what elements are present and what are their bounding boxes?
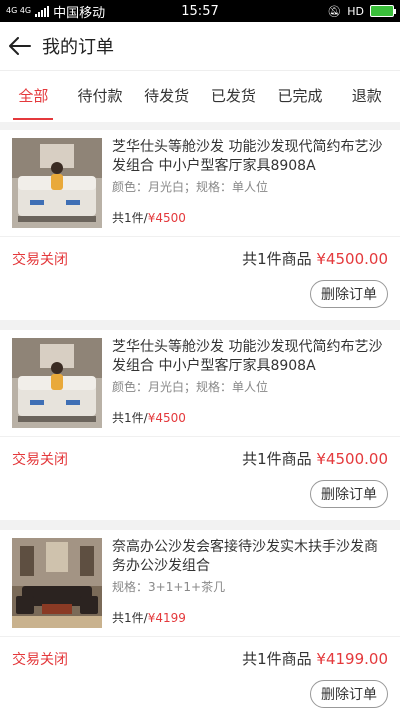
product-quantity: 共1件/¥4500 [112,409,388,426]
carrier-name: 中国移动 [53,5,106,21]
tab-shipped[interactable]: 已发货 [200,71,267,122]
order-total: ¥4500.00 [316,450,388,468]
back-button[interactable] [0,22,40,70]
tab-refund[interactable]: 退款 [333,71,400,122]
product-spec: 规格：3+1+1+茶几 [112,580,226,594]
quantity-text: 共1件/ [112,611,148,625]
product-price: ¥4199 [147,611,186,625]
item-count: 共1件商品 [242,650,312,668]
delete-order-button[interactable]: 删除订单 [310,680,388,708]
order-tabs: 全部 待付款 待发货 已发货 已完成 退款 [0,70,400,122]
status-bar: 4G 4G 中国移动 15:57 🔕︎ HD [0,0,400,22]
delete-order-button[interactable]: 删除订单 [310,480,388,508]
order-summary: 交易关闭 共1件商品 ¥4199.00 [0,636,400,680]
tab-pending-shipment[interactable]: 待发货 [133,71,200,122]
product-image [12,138,102,228]
order-status: 交易关闭 [12,451,68,468]
order-card[interactable]: 芝华仕头等舱沙发 功能沙发现代简约布艺沙发组合 中小户型客厅家具8908A 颜色… [0,130,400,320]
quantity-text: 共1件/ [112,411,148,425]
product-price: ¥4500 [147,411,186,425]
mute-icon: 🔕︎ [327,4,342,18]
network-type: 4G 4G [6,6,32,15]
order-summary: 交易关闭 共1件商品 ¥4500.00 [0,436,400,480]
order-goods[interactable]: 奈高办公沙发会客接待沙发实木扶手沙发商务办公沙发组合 规格：3+1+1+茶几 共… [0,530,400,636]
item-count: 共1件商品 [242,450,312,468]
product-spec: 颜色：月光白；规格：单人位 [112,380,269,394]
order-card[interactable]: 芝华仕头等舱沙发 功能沙发现代简约布艺沙发组合 中小户型客厅家具8908A 颜色… [0,330,400,520]
back-arrow-icon [9,37,31,55]
product-price: ¥4500 [147,211,186,225]
order-goods[interactable]: 芝华仕头等舱沙发 功能沙发现代简约布艺沙发组合 中小户型客厅家具8908A 颜色… [0,130,400,236]
product-spec: 颜色：月光白；规格：单人位 [112,180,269,194]
order-card[interactable]: 奈高办公沙发会客接待沙发实木扶手沙发商务办公沙发组合 规格：3+1+1+茶几 共… [0,530,400,710]
product-image [12,338,102,428]
order-goods[interactable]: 芝华仕头等舱沙发 功能沙发现代简约布艺沙发组合 中小户型客厅家具8908A 颜色… [0,330,400,436]
signal-icon [35,5,50,17]
product-name: 奈高办公沙发会客接待沙发实木扶手沙发商务办公沙发组合 [112,539,378,574]
order-total: ¥4500.00 [316,250,388,268]
order-list: 芝华仕头等舱沙发 功能沙发现代简约布艺沙发组合 中小户型客厅家具8908A 颜色… [0,130,400,710]
product-name: 芝华仕头等舱沙发 功能沙发现代简约布艺沙发组合 中小户型客厅家具8908A [112,339,383,374]
product-quantity: 共1件/¥4500 [112,209,388,226]
tab-completed[interactable]: 已完成 [267,71,334,122]
quantity-text: 共1件/ [112,211,148,225]
order-total: ¥4199.00 [316,650,388,668]
battery-icon [370,5,396,17]
order-status: 交易关闭 [12,251,68,268]
hd-indicator: HD [347,4,364,18]
page-title: 我的订单 [42,37,114,58]
order-summary: 交易关闭 共1件商品 ¥4500.00 [0,236,400,280]
header: 我的订单 [0,22,400,70]
product-name: 芝华仕头等舱沙发 功能沙发现代简约布艺沙发组合 中小户型客厅家具8908A [112,139,383,174]
product-quantity: 共1件/¥4199 [112,609,388,626]
tab-pending-payment[interactable]: 待付款 [67,71,134,122]
product-image [12,538,102,628]
order-status: 交易关闭 [12,651,68,668]
tab-all[interactable]: 全部 [0,71,67,122]
delete-order-button[interactable]: 删除订单 [310,280,388,308]
item-count: 共1件商品 [242,250,312,268]
